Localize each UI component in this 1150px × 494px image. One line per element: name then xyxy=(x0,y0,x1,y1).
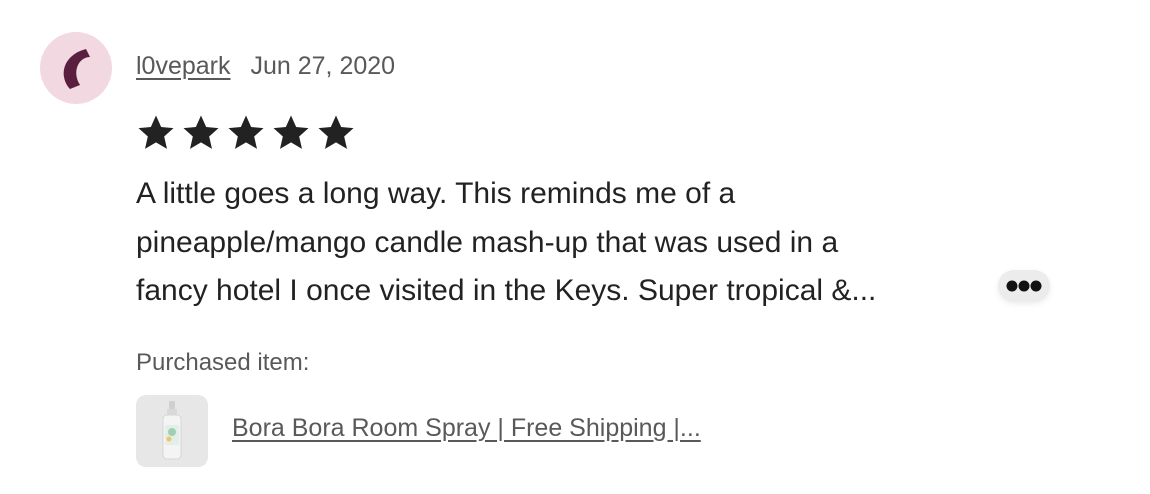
star-icon xyxy=(269,113,313,153)
review-header: l0vepark Jun 27, 2020 xyxy=(136,52,395,81)
avatar-mark-icon xyxy=(63,49,90,89)
review-text-line: A little goes a long way. This reminds m… xyxy=(136,177,736,210)
star-rating xyxy=(134,113,358,153)
spray-bottle-icon xyxy=(162,401,182,460)
review-date: Jun 27, 2020 xyxy=(250,52,396,80)
review-text-line: fancy hotel I once visited in the Keys. … xyxy=(136,274,877,307)
purchased-item-thumbnail[interactable] xyxy=(136,395,208,467)
purchased-item-label: Purchased item: xyxy=(136,349,310,376)
purchased-item-link[interactable]: Bora Bora Room Spray | Free Shipping |..… xyxy=(232,414,701,443)
more-dots-icon xyxy=(1006,280,1042,292)
star-icon xyxy=(179,113,223,153)
avatar[interactable] xyxy=(40,32,112,104)
star-icon xyxy=(224,113,268,153)
star-icon xyxy=(314,113,358,153)
review-text: A little goes a long way. This reminds m… xyxy=(136,170,996,316)
star-icon xyxy=(134,113,178,153)
expand-review-button[interactable] xyxy=(998,270,1050,302)
reviewer-name-link[interactable]: l0vepark xyxy=(136,52,231,81)
review-text-line: pineapple/mango candle mash-up that was … xyxy=(136,225,839,259)
